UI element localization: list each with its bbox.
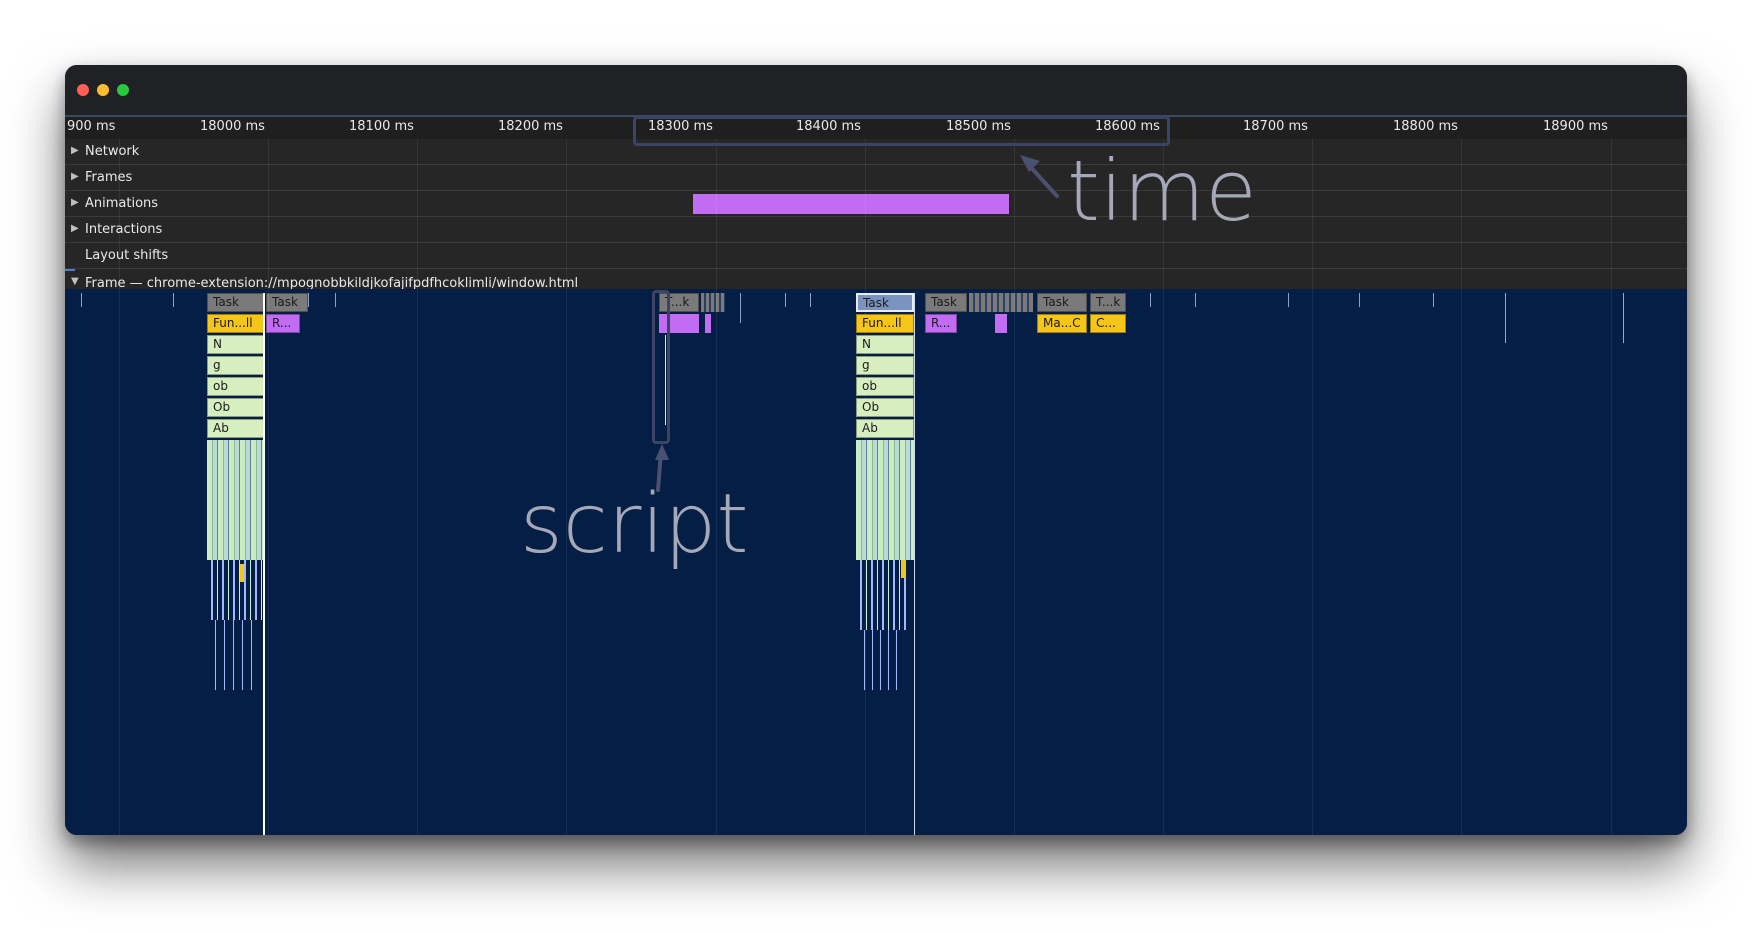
arrowhead-icon [1020,155,1040,172]
time-annotation: time [1067,142,1257,240]
arrowhead-icon [655,444,669,460]
annotation-arrows [655,155,1059,492]
script-annotation: script [520,477,749,572]
